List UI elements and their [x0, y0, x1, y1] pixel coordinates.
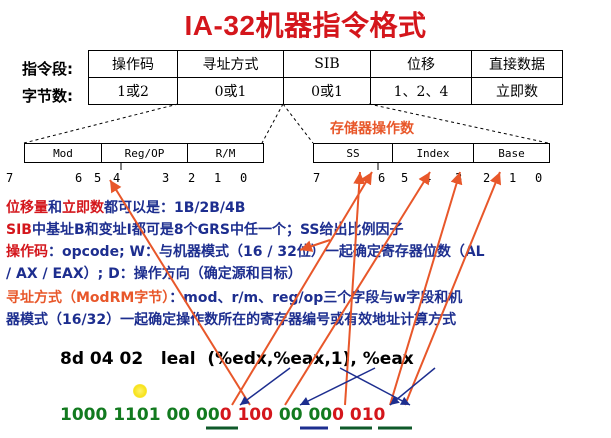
cursor-highlight: [133, 384, 147, 398]
modrm-bit-4: 4: [113, 171, 121, 185]
sib-expand-left: [282, 103, 314, 144]
note-immediate: 立即数: [62, 200, 104, 216]
modrm-bit-7: 7: [6, 171, 14, 185]
bin-base: 010: [349, 405, 386, 425]
note-opcode-desc: ：opcode; W：与机器模式（16 / 32位）一起确定寄存器位数（AL: [48, 244, 485, 260]
modrm-mod: Mod: [24, 143, 102, 163]
field-displacement: 位移: [370, 50, 472, 78]
bin-mod: 00: [166, 405, 197, 425]
note-line-2: SIB中基址B和变址I都可是8个GRS中任一个；SS给出比例因子: [6, 220, 403, 241]
note-line-1: 位移量和立即数都可以是：1B/2B/4B: [6, 198, 245, 219]
note-modrm-desc: ：mod、r/m、reg/op三个字段与w字段和机: [169, 290, 463, 306]
asm-bytes: 8d 04 02: [60, 349, 144, 369]
sib-bit-4: 4: [424, 171, 432, 185]
sib-bit-5: 5: [401, 171, 409, 185]
note-sizes: 都可以是：1B/2B/4B: [104, 200, 246, 216]
asm-instruction: leal (%edx,%eax,1), %eax: [160, 349, 414, 369]
modrm-bit-5: 5: [94, 171, 102, 185]
note-modrm: 寻址方式（ModRM字节）: [6, 290, 170, 306]
binary-encoding: 1000 1101 00 000 100 00 000 010: [60, 405, 385, 425]
note-displacement: 位移量: [6, 200, 48, 216]
modrm-regop: Reg/OP: [101, 143, 188, 163]
sib-index: Index: [392, 143, 474, 163]
note-and: 和: [48, 200, 62, 216]
bin-index-a: 00: [308, 405, 333, 425]
bytes-sib: 0或1: [283, 77, 371, 105]
sib-bit-0: 0: [535, 171, 543, 185]
modrm-expand-right: [261, 103, 284, 144]
note-sib-desc: 中基址B和变址I都可是8个GRS中任一个；SS给出比例因子: [31, 222, 404, 238]
bytes-addressing: 0或1: [177, 77, 284, 105]
note-sib: SIB: [6, 222, 32, 238]
field-addressing: 寻址方式: [177, 50, 284, 78]
field-opcode: 操作码: [88, 50, 178, 78]
sib-table: SS Index Base: [313, 143, 550, 163]
sib-bit-3: 3: [455, 171, 463, 185]
memory-operand-label: 存储器操作数: [330, 121, 414, 137]
note-line-6: 器模式（16/32）一起确定操作数所在的寄存器编号或有效地址计算方式: [6, 312, 457, 328]
sib-base: Base: [473, 143, 550, 163]
bytes-opcode: 1或2: [88, 77, 178, 105]
modrm-expand-left: [23, 103, 179, 144]
sib-bit-7: 7: [313, 171, 321, 185]
note-line-5: 寻址方式（ModRM字节）：mod、r/m、reg/op三个字段与w字段和机: [6, 288, 462, 309]
field-sib: SIB: [283, 50, 371, 78]
modrm-rm: R/M: [187, 143, 264, 163]
page-title: IA-32机器指令格式: [184, 10, 427, 41]
bin-rm: 100: [237, 405, 279, 425]
bin-opcode: 1000 1101: [60, 405, 167, 425]
row-label-fields: 指令段:: [22, 60, 73, 78]
assembly-line: 8d 04 02 leal (%edx,%eax,1), %eax: [60, 349, 414, 369]
bytes-displacement: 1、2、4: [370, 77, 472, 105]
bin-index-b: 0: [332, 405, 350, 425]
modrm-bit-2: 2: [188, 171, 196, 185]
bin-regop-a: 00: [196, 405, 220, 425]
link-dest: [389, 367, 436, 406]
field-immediate: 直接数据: [471, 50, 563, 78]
note-line-3: 操作码：opcode; W：与机器模式（16 / 32位）一起确定寄存器位数（A…: [6, 242, 485, 263]
bin-ss: 00: [278, 405, 309, 425]
modrm-bit-3: 3: [162, 171, 170, 185]
link-edx: [239, 367, 291, 406]
note-opcode: 操作码: [6, 244, 48, 260]
modrm-bit-1: 1: [214, 171, 222, 185]
sib-ss: SS: [313, 143, 393, 163]
instruction-format-table: 操作码 寻址方式 SIB 位移 直接数据 1或2 0或1 0或1 1、2、4 立…: [88, 50, 563, 105]
row-label-bytes: 字节数:: [22, 87, 73, 105]
note-line-4: / AX / EAX）; D：操作方向（确定源和目标）: [6, 266, 302, 282]
modrm-table: Mod Reg/OP R/M: [24, 143, 264, 163]
link-eax: [339, 367, 411, 406]
bin-regop-b: 0: [219, 405, 238, 425]
sib-bit-6: 6: [378, 171, 386, 185]
modrm-bit-0: 0: [240, 171, 248, 185]
sib-bit-2: 2: [483, 171, 491, 185]
modrm-bit-6: 6: [75, 171, 83, 185]
link-scale: [299, 367, 376, 406]
sib-bit-1: 1: [509, 171, 517, 185]
bytes-immediate: 立即数: [471, 77, 563, 105]
